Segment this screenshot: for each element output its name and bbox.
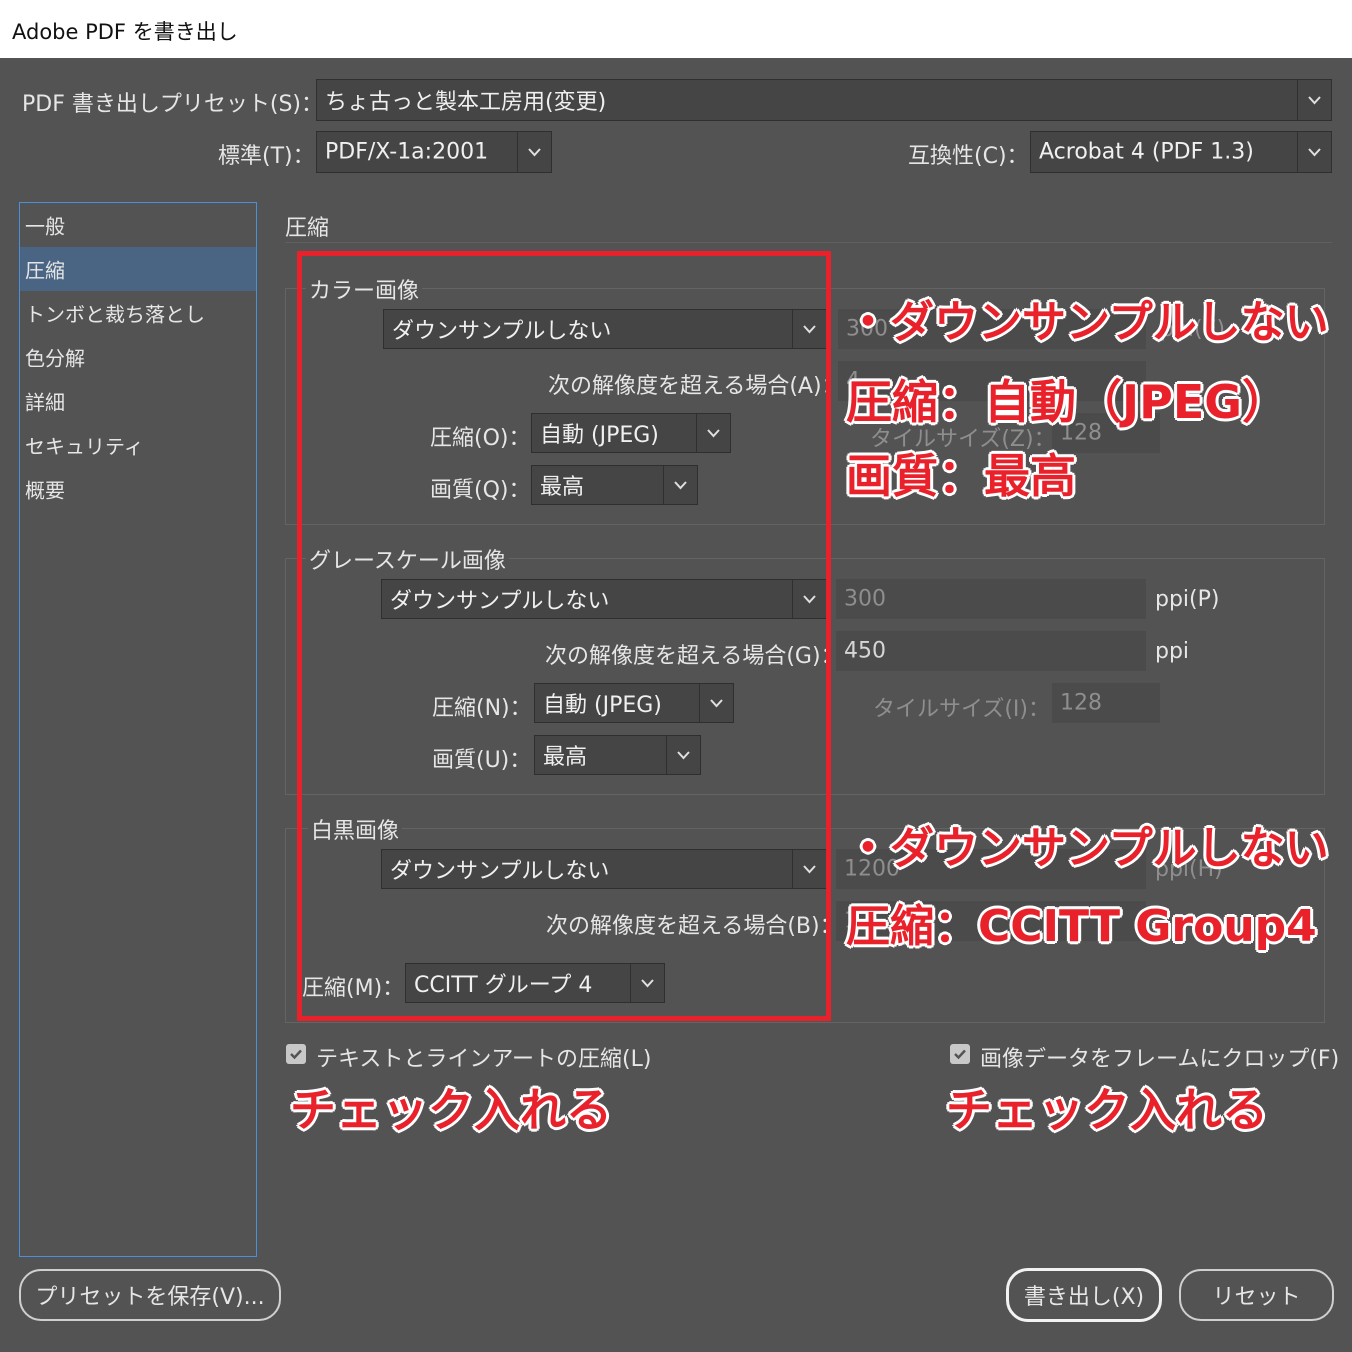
gray-threshold-unit: ppi (1155, 639, 1190, 664)
crop-image-checkbox[interactable] (950, 1044, 970, 1064)
sidebar-item-marks-bleeds[interactable]: トンボと裁ち落とし (20, 291, 256, 335)
gray-tile-value: 128 (1060, 690, 1102, 716)
sidebar-item-label: 色分解 (25, 346, 85, 371)
gray-tile-input[interactable]: 128 (1052, 683, 1160, 723)
crop-image-label: 画像データをフレームにクロップ(F) (980, 1047, 1340, 1072)
standard-value: PDF/X-1a:2001 (325, 139, 489, 165)
standard-label: 標準(T)： (218, 144, 315, 169)
sidebar-item-summary[interactable]: 概要 (20, 467, 256, 511)
export-button[interactable]: 書き出し(X) (1006, 1268, 1162, 1322)
gray-ppi-value: 300 (844, 586, 886, 612)
sidebar-item-label: 詳細 (25, 390, 65, 415)
reset-button[interactable]: リセット (1179, 1269, 1334, 1321)
annotation-check-text: チェック入れる (290, 1083, 612, 1137)
gray-threshold-value: 450 (844, 638, 886, 664)
gray-ppi-label: ppi(P) (1155, 587, 1220, 612)
sidebar-item-output[interactable]: 色分解 (20, 335, 256, 379)
text-lineart-label: テキストとラインアートの圧縮(L) (316, 1047, 652, 1072)
compat-value: Acrobat 4 (PDF 1.3) (1039, 139, 1254, 165)
sidebar-item-label: 一般 (25, 214, 65, 239)
window-title: Adobe PDF を書き出し (12, 20, 238, 44)
sidebar-item-label: トンボと裁ち落とし (25, 302, 205, 327)
annotation-color-quality: 画質：最高 (846, 449, 1076, 503)
checkmark-icon (290, 1049, 302, 1060)
sidebar-item-security[interactable]: セキュリティ (20, 423, 256, 467)
sidebar-item-label: セキュリティ (25, 434, 144, 459)
preset-select[interactable]: ちょ古っと製本工房用(変更) (316, 79, 1332, 121)
chevron-down-icon (1297, 132, 1331, 172)
gray-ppi-input[interactable]: 300 (836, 579, 1146, 619)
export-label: 書き出し(X) (1023, 1285, 1145, 1310)
compat-select[interactable]: Acrobat 4 (PDF 1.3) (1030, 131, 1332, 173)
sidebar-item-label: 圧縮 (25, 258, 65, 283)
compat-label: 互換性(C)： (908, 144, 1029, 169)
gray-threshold-input[interactable]: 450 (836, 631, 1146, 671)
annotation-mono-compression: 圧縮：CCITT Group4 (846, 901, 1317, 952)
annotation-color-downsample: ・ダウンサンプルしない (846, 297, 1329, 348)
preset-value: ちょ古っと製本工房用(変更) (325, 90, 607, 115)
gray-tile-label: タイルサイズ(I)： (873, 697, 1050, 722)
title-bar: Adobe PDF を書き出し (0, 0, 1352, 58)
sidebar-item-advanced[interactable]: 詳細 (20, 379, 256, 423)
annotation-check-crop: チェック入れる (946, 1083, 1268, 1137)
annotation-mono-downsample: ・ダウンサンプルしない (846, 823, 1329, 874)
sidebar-item-general[interactable]: 一般 (20, 203, 256, 247)
save-preset-label: プリセットを保存(V)... (35, 1285, 265, 1310)
sidebar-item-label: 概要 (25, 478, 65, 503)
checkmark-icon (954, 1049, 966, 1060)
section-title: 圧縮 (285, 216, 330, 241)
preset-label: PDF 書き出しプリセット(S)： (22, 92, 323, 117)
category-sidebar: 一般 圧縮 トンボと裁ち落とし 色分解 詳細 セキュリティ 概要 (19, 202, 257, 1257)
annotation-color-compression: 圧縮：自動（JPEG） (846, 375, 1289, 429)
highlight-frame (297, 251, 831, 1021)
sidebar-item-compression[interactable]: 圧縮 (20, 247, 256, 291)
text-lineart-checkbox[interactable] (286, 1044, 306, 1064)
chevron-down-icon (517, 132, 551, 172)
standard-select[interactable]: PDF/X-1a:2001 (316, 131, 552, 173)
save-preset-button[interactable]: プリセットを保存(V)... (19, 1269, 281, 1321)
chevron-down-icon (1297, 80, 1331, 120)
reset-label: リセット (1212, 1285, 1301, 1310)
section-divider (285, 242, 1332, 243)
